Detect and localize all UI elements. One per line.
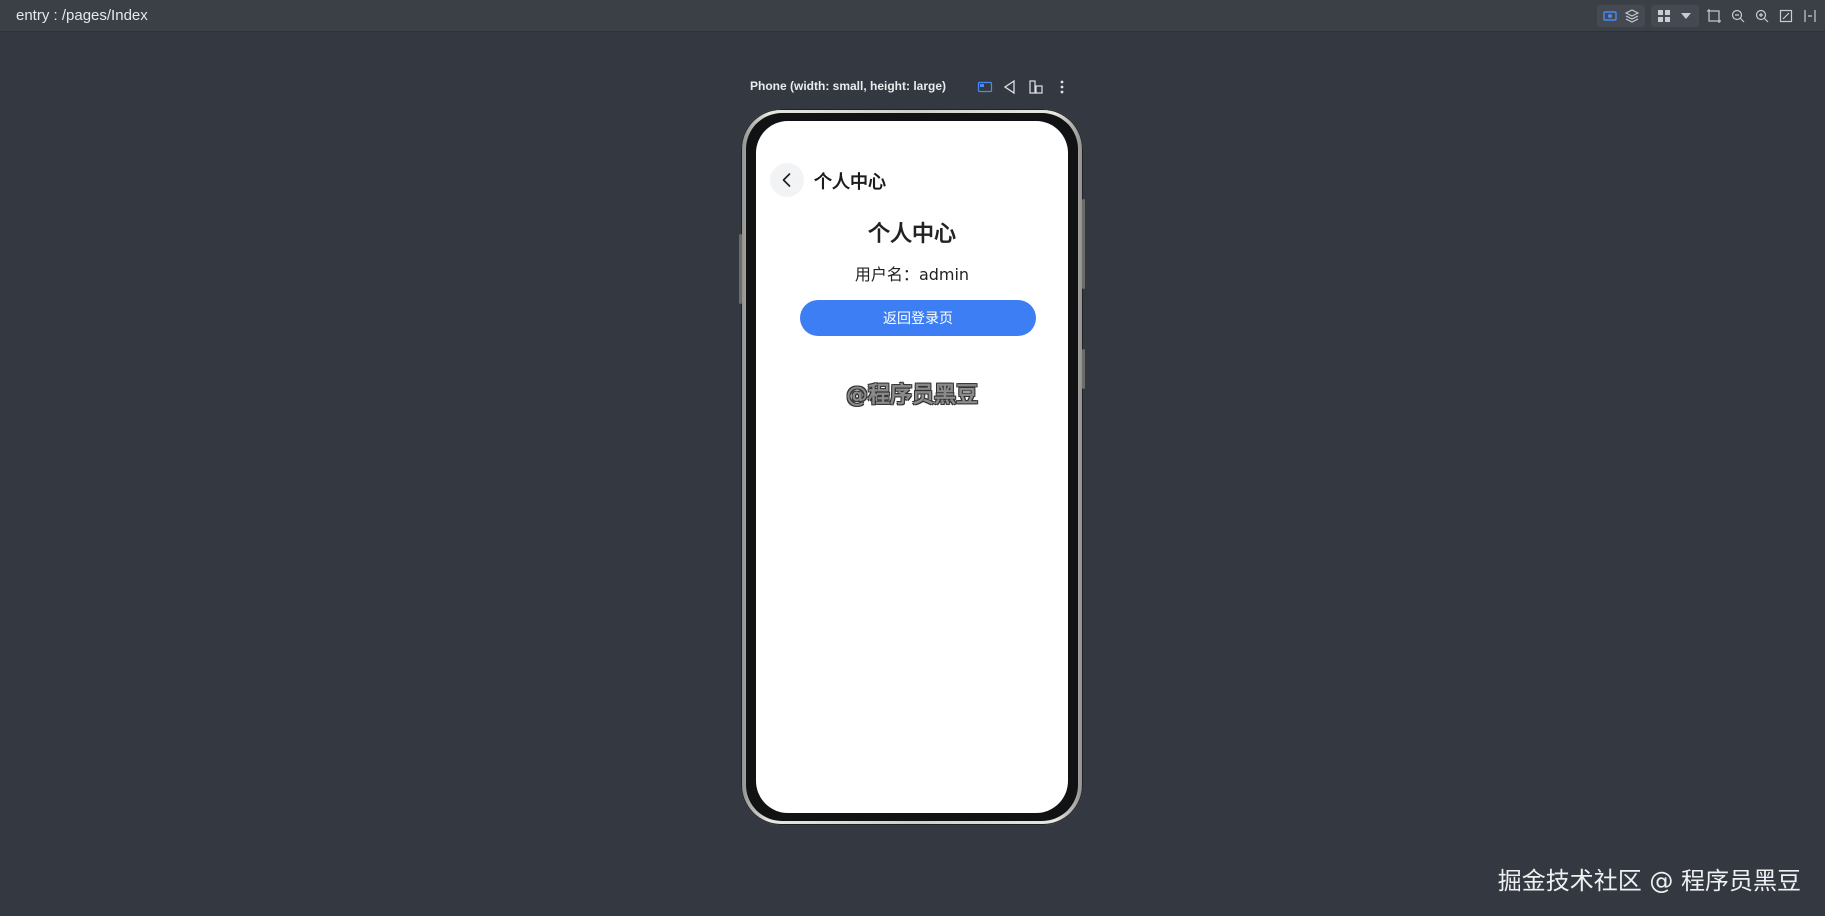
volume-key (1082, 199, 1085, 289)
layout-group (1651, 5, 1699, 27)
more-icon[interactable] (1052, 77, 1072, 97)
chevron-left-icon (782, 173, 791, 187)
power-key (1082, 349, 1085, 389)
nav-title: 个人中心 (814, 172, 886, 193)
author-watermark: @程序员黑豆 (845, 383, 978, 408)
community-watermark: 掘金技术社区 @ 程序员黑豆 (1497, 867, 1801, 895)
username-value: admin (918, 265, 970, 284)
inspector-icon[interactable] (1601, 7, 1619, 25)
zoom-in-icon[interactable] (1753, 7, 1771, 25)
fit-screen-icon[interactable] (1777, 7, 1795, 25)
page-title: 个人中心 (867, 222, 956, 247)
layers-icon[interactable] (1623, 7, 1641, 25)
dropdown-icon[interactable] (1677, 7, 1695, 25)
device-bar: Phone (width: small, height: large) (750, 77, 1080, 97)
inspect-group (1597, 5, 1645, 27)
ruler-icon[interactable] (1801, 7, 1819, 25)
username-label: 用户名： (854, 265, 919, 284)
phone-screen: 个人中心 个人中心 用户名：admin 返回登录页 @程序员黑豆 (756, 121, 1068, 813)
fold-icon[interactable] (1026, 77, 1046, 97)
phone-bezel: 个人中心 个人中心 用户名：admin 返回登录页 @程序员黑豆 (746, 113, 1078, 821)
top-toolbar: entry : /pages/Index (0, 0, 1825, 32)
page-route: entry : /pages/Index (16, 7, 148, 24)
back-button[interactable] (770, 163, 804, 197)
rotate-icon[interactable] (1000, 77, 1020, 97)
return-login-button[interactable]: 返回登录页 (800, 300, 1036, 336)
device-frame-icon[interactable] (975, 77, 995, 97)
zoom-out-icon[interactable] (1729, 7, 1747, 25)
crop-icon[interactable] (1705, 7, 1723, 25)
phone-frame: 个人中心 个人中心 用户名：admin 返回登录页 @程序员黑豆 (739, 109, 1085, 825)
navigation-bar: 个人中心 (756, 159, 1068, 199)
side-key-left (739, 234, 742, 304)
device-name: Phone (width: small, height: large) (750, 79, 947, 93)
preview-toolbar (1597, 5, 1819, 27)
grid-icon[interactable] (1655, 7, 1673, 25)
username-row: 用户名：admin (756, 261, 1068, 285)
